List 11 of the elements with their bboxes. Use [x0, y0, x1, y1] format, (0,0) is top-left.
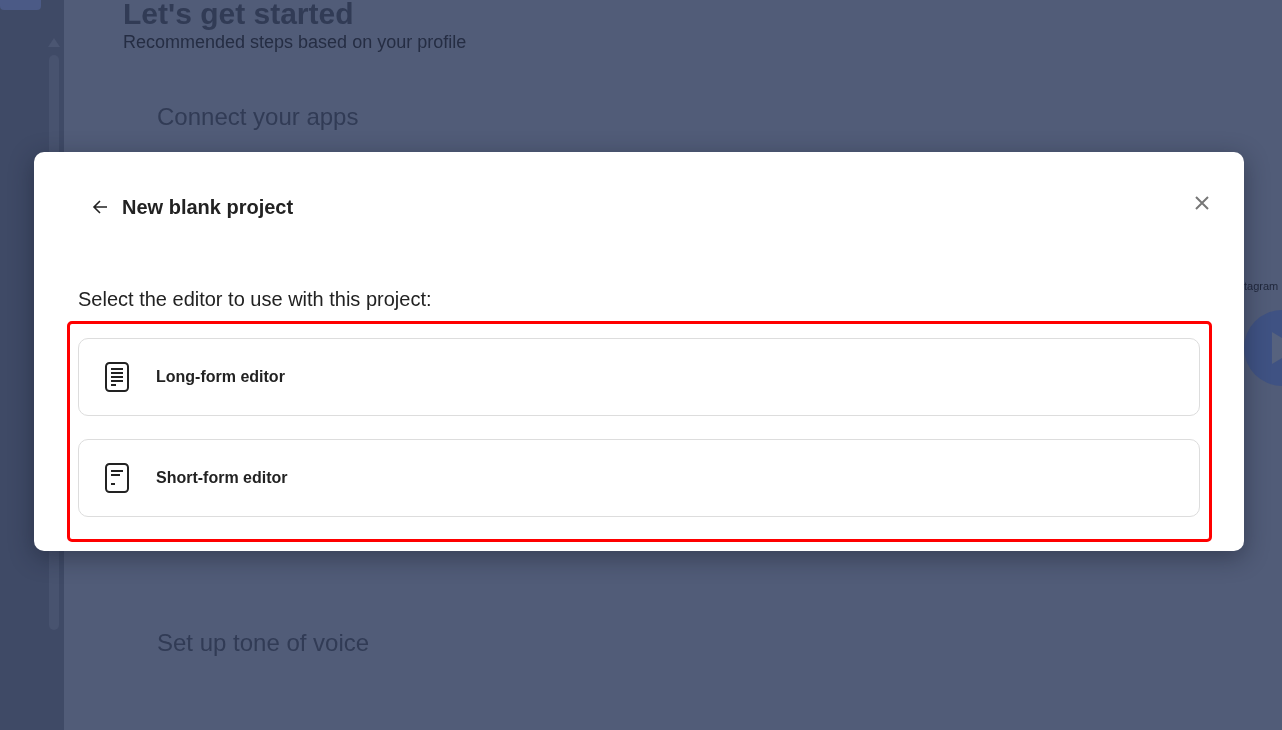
dialog-title: New blank project	[122, 195, 294, 219]
document-icon	[105, 463, 129, 493]
back-button[interactable]	[92, 199, 108, 215]
editor-option[interactable]: Short-form editor	[78, 439, 1200, 517]
card-label: tagram	[1244, 280, 1280, 293]
back-arrow-icon	[92, 199, 108, 215]
close-button[interactable]	[1195, 196, 1209, 210]
prompt-text: Select the editor to use with this project:	[78, 287, 433, 311]
close-icon	[1195, 196, 1209, 210]
editor-option[interactable]: Long-form editor	[78, 338, 1200, 416]
document-icon	[105, 362, 129, 392]
